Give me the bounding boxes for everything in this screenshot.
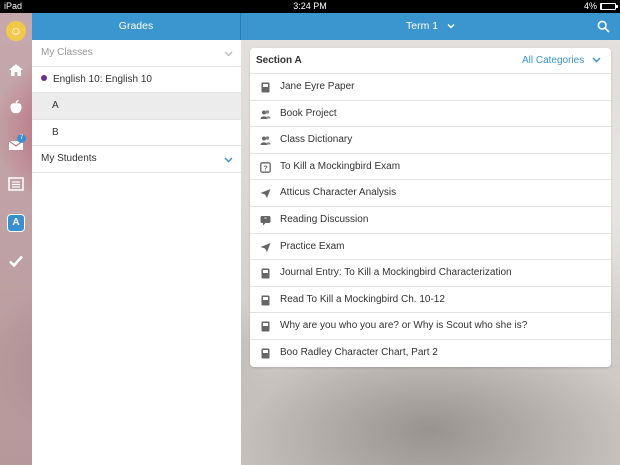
my-students-header[interactable]: My Students [32, 146, 241, 173]
assignment-row[interactable]: Practice Exam [250, 234, 611, 261]
assignment-row[interactable]: Atticus Character Analysis [250, 180, 611, 207]
book-icon [260, 321, 271, 332]
chevron-down-icon [447, 24, 455, 29]
assignment-label: Practice Exam [280, 240, 345, 252]
chevron-down-icon [592, 57, 601, 63]
grades-icon[interactable]: A [7, 214, 25, 232]
assignment-label: Read To Kill a Mockingbird Ch. 10-12 [280, 293, 445, 305]
search-icon[interactable] [597, 20, 610, 33]
battery-status: 4% [583, 0, 618, 13]
assignment-label: Atticus Character Analysis [280, 187, 397, 199]
term-label: Term 1 [405, 20, 439, 32]
assignment-row[interactable]: Jane Eyre Paper [250, 74, 611, 101]
assignment-label: Book Project [280, 107, 337, 119]
book-icon [260, 268, 271, 279]
status-bar: iPad 3:24 PM 4% [0, 0, 620, 13]
send-icon [260, 242, 271, 253]
icon-rail: ☺ 7 A [0, 13, 32, 465]
chevron-down-icon [224, 157, 233, 163]
section-item-b[interactable]: B [32, 119, 241, 146]
page-title: Grades [118, 20, 154, 32]
status-time: 3:24 PM [293, 1, 327, 11]
section-item-a[interactable]: A [32, 93, 241, 120]
assignment-row[interactable]: Read To Kill a Mockingbird Ch. 10-12 [250, 287, 611, 314]
assignment-list: Jane Eyre Paper Book Project Class Diction… [250, 74, 611, 367]
my-classes-header[interactable]: My Classes [32, 40, 241, 67]
discussion-icon: " [260, 215, 271, 226]
assignment-label: Boo Radley Character Chart, Part 2 [280, 346, 438, 358]
assignment-row[interactable]: Why are you who you are? or Why is Scout… [250, 313, 611, 340]
section-label: B [52, 126, 59, 138]
people-icon [260, 109, 271, 120]
category-filter[interactable]: All Categories [522, 48, 601, 74]
my-classes-label: My Classes [41, 47, 93, 58]
assignment-row[interactable]: Book Project [250, 101, 611, 128]
assignment-label: Why are you who you are? or Why is Scout… [280, 320, 528, 332]
assignment-row[interactable]: Class Dictionary [250, 127, 611, 154]
assignment-label: Reading Discussion [280, 213, 369, 225]
grades-header: Grades [32, 13, 241, 40]
term-selector[interactable]: Term 1 [241, 13, 620, 40]
list-icon[interactable] [8, 176, 24, 192]
battery-icon [600, 3, 618, 10]
class-name: English 10: English 10 [53, 73, 152, 85]
assignment-row[interactable]: Boo Radley Character Chart, Part 2 [250, 340, 611, 367]
assignment-row[interactable]: " Reading Discussion [250, 207, 611, 234]
assignment-label: To Kill a Mockingbird Exam [280, 160, 401, 172]
category-filter-label: All Categories [521, 55, 585, 66]
book-icon [260, 348, 271, 359]
section-card: Section A All Categories Jane Eyre Paper… [250, 48, 611, 367]
check-icon[interactable] [8, 253, 24, 269]
svg-text:?: ? [263, 165, 267, 172]
section-title: Section A [256, 55, 302, 66]
book-icon [260, 295, 271, 306]
book-icon [260, 82, 271, 93]
classes-panel: My Classes English 10: English 10 A B My… [32, 40, 241, 465]
class-item[interactable]: English 10: English 10 [32, 67, 241, 93]
svg-text:": " [264, 217, 267, 223]
term-header: Term 1 [241, 13, 620, 40]
my-students-label: My Students [41, 153, 97, 164]
chevron-down-icon [224, 51, 233, 57]
assignment-label: Journal Entry: To Kill a Mockingbird Cha… [280, 267, 512, 279]
assignment-label: Class Dictionary [280, 134, 353, 146]
section-label: A [52, 100, 59, 111]
assignment-label: Jane Eyre Paper [280, 81, 355, 92]
quiz-icon: ? [260, 161, 271, 173]
assignment-row[interactable]: ? To Kill a Mockingbird Exam [250, 154, 611, 181]
section-card-header: Section A All Categories [250, 48, 611, 74]
home-icon[interactable] [8, 62, 24, 78]
class-color-dot [41, 74, 47, 81]
mail-badge: 7 [17, 134, 26, 143]
assignment-row[interactable]: Journal Entry: To Kill a Mockingbird Cha… [250, 260, 611, 287]
people-icon [260, 135, 271, 146]
app-logo-icon[interactable]: ☺ [6, 21, 26, 41]
send-icon [260, 188, 271, 199]
apple-icon[interactable] [8, 99, 24, 115]
battery-percent: 4% [583, 1, 597, 11]
